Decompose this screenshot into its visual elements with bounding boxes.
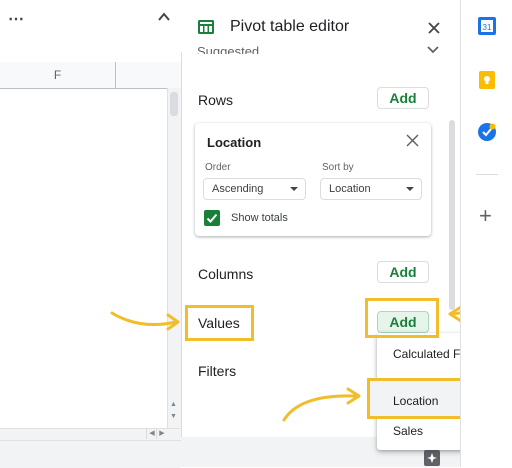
plus-icon[interactable]: + xyxy=(479,205,492,227)
sort-by-value: Location xyxy=(329,183,371,195)
pivot-table-icon xyxy=(198,20,214,34)
tasks-icon[interactable] xyxy=(477,122,497,142)
columns-section-label: Columns xyxy=(198,266,254,282)
rows-add-button[interactable]: Add xyxy=(377,87,429,109)
scroll-down-icon[interactable]: ▼ xyxy=(170,413,177,420)
dropdown-arrow-icon xyxy=(406,187,414,191)
scroll-up-icon[interactable]: ▲ xyxy=(170,401,177,408)
order-label: Order xyxy=(205,162,231,173)
sheet-toolbar xyxy=(0,0,181,39)
column-header-f[interactable]: F xyxy=(0,62,116,88)
sheet-tabs-bar xyxy=(0,440,181,468)
more-options-icon[interactable]: ⋯ xyxy=(8,9,25,29)
sheet-scroll-thumb[interactable] xyxy=(170,92,178,116)
formula-bar[interactable] xyxy=(0,38,181,63)
filters-section-label: Filters xyxy=(198,363,237,379)
collapse-caret-icon[interactable] xyxy=(157,10,171,24)
suggested-section-label[interactable]: Suggested xyxy=(197,44,259,54)
keep-icon[interactable] xyxy=(477,70,497,90)
calendar-icon[interactable]: 31 xyxy=(477,16,497,36)
menu-item-sales[interactable]: Sales xyxy=(393,424,423,438)
show-totals-label: Show totals xyxy=(231,212,288,224)
order-dropdown[interactable]: Ascending xyxy=(203,178,306,200)
columns-add-button[interactable]: Add xyxy=(377,261,429,283)
order-value: Ascending xyxy=(212,183,264,195)
column-header-g[interactable] xyxy=(116,62,181,88)
side-bar-divider xyxy=(476,174,498,175)
add-button-highlight xyxy=(365,298,439,338)
sort-by-label: Sort by xyxy=(322,162,354,173)
rows-section-label: Rows xyxy=(198,92,234,108)
chevron-down-icon[interactable] xyxy=(427,46,439,54)
values-label-highlight xyxy=(185,305,254,341)
scroll-right-icon[interactable]: ▶ xyxy=(156,428,167,439)
editor-scroll-thumb[interactable] xyxy=(449,120,455,310)
sheet-vertical-scrollbar[interactable] xyxy=(167,88,182,428)
close-icon[interactable] xyxy=(424,18,444,38)
pivot-editor-title: Pivot table editor xyxy=(230,18,350,35)
svg-text:31: 31 xyxy=(483,23,492,32)
card-title: Location xyxy=(207,135,262,150)
remove-icon[interactable] xyxy=(405,133,420,148)
sort-by-dropdown[interactable]: Location xyxy=(320,178,422,200)
explore-icon[interactable] xyxy=(423,449,441,467)
show-totals-checkbox[interactable] xyxy=(204,210,220,226)
dropdown-arrow-icon xyxy=(290,187,298,191)
